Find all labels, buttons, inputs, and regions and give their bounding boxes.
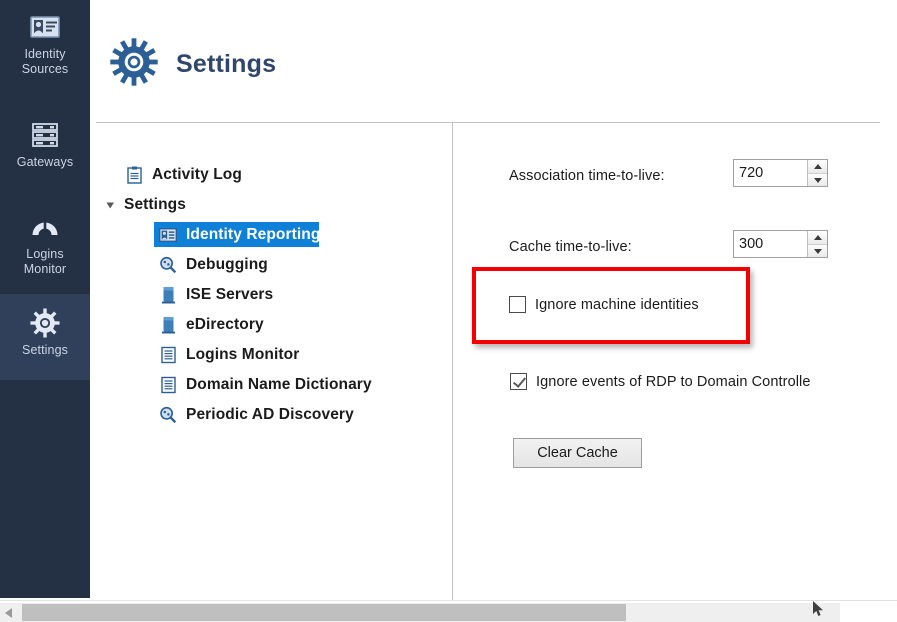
left-navigation-rail: Identity Sources bbox=[0, 0, 90, 598]
sidebar-item-identity-sources[interactable]: Identity Sources bbox=[0, 2, 90, 88]
id-card-icon bbox=[24, 10, 66, 44]
sidebar-item-gateways[interactable]: Gateways bbox=[0, 110, 90, 182]
server-icon bbox=[158, 315, 178, 335]
tree-item-label: Identity Reporting bbox=[186, 226, 320, 244]
tree-item-identity-reporting[interactable]: Identity Reporting bbox=[110, 220, 445, 250]
ignore-rdp-events-label: Ignore events of RDP to Domain Controlle bbox=[536, 374, 811, 390]
gauge-icon bbox=[24, 210, 66, 244]
tree-item-label: Logins Monitor bbox=[186, 346, 299, 364]
ignore-machine-identities-label: Ignore machine identities bbox=[535, 297, 699, 313]
sidebar-item-settings[interactable]: Settings bbox=[0, 294, 90, 380]
association-ttl-value[interactable]: 720 bbox=[734, 160, 807, 186]
page-header: Settings bbox=[110, 38, 276, 91]
annotation-highlight-box: Ignore machine identities bbox=[472, 267, 750, 344]
page-title: Settings bbox=[176, 50, 276, 79]
stepper-up-button[interactable] bbox=[808, 160, 827, 173]
association-ttl-row: Association time-to-live: bbox=[509, 168, 665, 184]
clipboard-icon bbox=[124, 165, 144, 185]
ignore-rdp-events-checkbox[interactable] bbox=[510, 373, 527, 390]
tree-item-debugging[interactable]: Debugging bbox=[110, 250, 445, 280]
tree-item-domain-name-dictionary[interactable]: Domain Name Dictionary bbox=[110, 370, 445, 400]
horizontal-scrollbar[interactable] bbox=[0, 600, 897, 622]
sidebar-item-label: Settings bbox=[22, 343, 68, 358]
triangle-up-icon bbox=[814, 235, 822, 240]
triangle-down-icon bbox=[814, 249, 822, 254]
settings-form-panel: Association time-to-live: 720 Cache time… bbox=[453, 123, 880, 600]
ignore-machine-identities-checkbox[interactable] bbox=[509, 296, 526, 313]
tree-item-settings[interactable]: Settings bbox=[110, 190, 445, 220]
tree-item-label: Settings bbox=[124, 196, 186, 214]
settings-window: Identity Sources bbox=[0, 0, 897, 622]
stepper-up-button[interactable] bbox=[808, 231, 827, 244]
tree-item-activity-log[interactable]: Activity Log bbox=[110, 160, 445, 190]
tree-item-logins-monitor[interactable]: Logins Monitor bbox=[110, 340, 445, 370]
tree-item-edirectory[interactable]: eDirectory bbox=[110, 310, 445, 340]
document-lines-icon bbox=[158, 345, 178, 365]
cache-ttl-value[interactable]: 300 bbox=[734, 231, 807, 257]
gear-icon bbox=[110, 38, 158, 91]
id-card-small-icon bbox=[158, 225, 178, 245]
cache-ttl-row: Cache time-to-live: bbox=[509, 239, 632, 255]
tree-item-label: Activity Log bbox=[152, 166, 242, 184]
stepper-down-button[interactable] bbox=[808, 244, 827, 257]
sidebar-item-label: Gateways bbox=[17, 155, 73, 170]
servers-rack-icon bbox=[24, 118, 66, 152]
sidebar-item-label: Logins Monitor bbox=[24, 247, 66, 277]
association-ttl-label: Association time-to-live: bbox=[509, 168, 665, 184]
triangle-up-icon bbox=[814, 164, 822, 169]
tree-item-label: Debugging bbox=[186, 256, 268, 274]
magnifier-icon bbox=[158, 255, 178, 275]
document-lines-icon bbox=[158, 375, 178, 395]
association-ttl-stepper[interactable]: 720 bbox=[733, 159, 828, 187]
triangle-down-icon bbox=[814, 178, 822, 183]
server-icon bbox=[158, 285, 178, 305]
tree-item-periodic-ad-discovery[interactable]: Periodic AD Discovery bbox=[110, 400, 445, 430]
scrollbar-thumb[interactable] bbox=[22, 604, 626, 621]
tree-item-label: eDirectory bbox=[186, 316, 264, 334]
association-ttl-stepper-buttons bbox=[807, 160, 827, 186]
settings-tree: Activity Log Settings bbox=[110, 160, 445, 430]
gear-icon bbox=[24, 306, 66, 340]
ignore-machine-identities-checkbox-row[interactable]: Ignore machine identities bbox=[509, 296, 699, 313]
clear-cache-button[interactable]: Clear Cache bbox=[513, 438, 642, 468]
stepper-down-button[interactable] bbox=[808, 173, 827, 186]
magnifier-icon bbox=[158, 405, 178, 425]
ignore-rdp-events-checkbox-row[interactable]: Ignore events of RDP to Domain Controlle bbox=[510, 373, 811, 390]
tree-item-label: Domain Name Dictionary bbox=[186, 376, 372, 394]
cache-ttl-label: Cache time-to-live: bbox=[509, 239, 632, 255]
sidebar-item-logins-monitor[interactable]: Logins Monitor bbox=[0, 202, 90, 288]
tree-item-ise-servers[interactable]: ISE Servers bbox=[110, 280, 445, 310]
cache-ttl-stepper[interactable]: 300 bbox=[733, 230, 828, 258]
cache-ttl-stepper-buttons bbox=[807, 231, 827, 257]
tree-item-label: ISE Servers bbox=[186, 286, 273, 304]
collapse-triangle-icon[interactable] bbox=[104, 199, 116, 211]
scroll-left-arrow-icon[interactable] bbox=[5, 608, 12, 618]
tree-item-label: Periodic AD Discovery bbox=[186, 406, 354, 424]
sidebar-item-label: Identity Sources bbox=[22, 47, 69, 77]
